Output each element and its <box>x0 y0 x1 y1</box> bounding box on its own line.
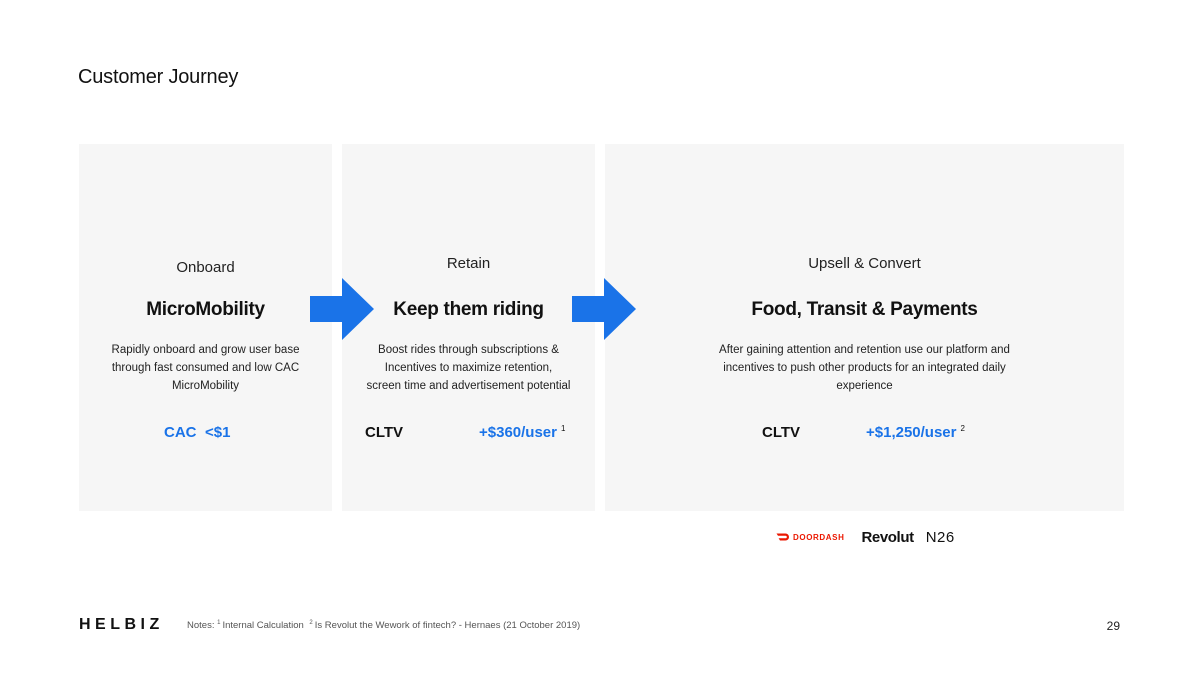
card-description: Boost rides through subscriptions & Ince… <box>366 344 571 392</box>
arrow-right-icon <box>310 278 374 340</box>
footnote-marker: 2 <box>960 424 965 433</box>
metric-label: CLTV <box>762 424 801 441</box>
card-description: Rapidly onboard and grow user base throu… <box>111 344 300 392</box>
note2-marker: 2 <box>309 620 313 626</box>
notes-prefix: Notes: <box>187 620 215 632</box>
partner-logos: DOORDASH Revolut N26 <box>776 526 955 548</box>
metric-value: +$360/user <box>479 424 557 441</box>
page-number: 29 <box>1106 619 1120 633</box>
n26-logo: N26 <box>925 528 955 546</box>
card-onboard: Onboard MicroMobility Rapidly onboard an… <box>79 144 332 511</box>
revolut-logo: Revolut <box>861 528 914 546</box>
footnotes: Notes: 1 Internal Calculation 2 Is Revolut… <box>187 620 580 631</box>
doordash-logo: DOORDASH <box>776 533 844 542</box>
card-retain: Retain Keep them riding Boost rides thro… <box>342 144 595 511</box>
metric-label: CAC <box>164 424 197 441</box>
arrow-right-icon <box>572 278 636 340</box>
metric-value: <$1 <box>205 424 231 441</box>
note1-text: Internal Calculation <box>222 620 304 632</box>
metric-value: +$1,250/user <box>866 424 957 441</box>
card-heading: MicroMobility <box>146 299 265 320</box>
card-upsell: Upsell & Convert Food, Transit & Payment… <box>605 144 1124 511</box>
doordash-dash-icon <box>776 533 789 541</box>
metric-label: CLTV <box>365 424 404 441</box>
metric-value-group: +$360/user 1 <box>479 424 565 441</box>
stage-label: Onboard <box>176 259 235 276</box>
page-title: Customer Journey <box>78 66 239 88</box>
footnote-marker: 1 <box>560 424 566 433</box>
note1-marker: 1 <box>217 620 221 626</box>
stage-label: Retain <box>446 255 491 272</box>
card-heading: Keep them riding <box>393 299 544 320</box>
stage-label: Upsell & Convert <box>808 255 921 272</box>
card-heading: Food, Transit & Payments <box>751 299 978 320</box>
card-description: After gaining attention and retention us… <box>719 344 1010 392</box>
doordash-wordmark: DOORDASH <box>793 532 845 542</box>
metric-value-group: +$1,250/user 2 <box>866 424 965 441</box>
brand-logo: HELBIZ <box>79 616 164 633</box>
note2-text: Is Revolut the Wework of fintech? - Hern… <box>314 620 581 632</box>
